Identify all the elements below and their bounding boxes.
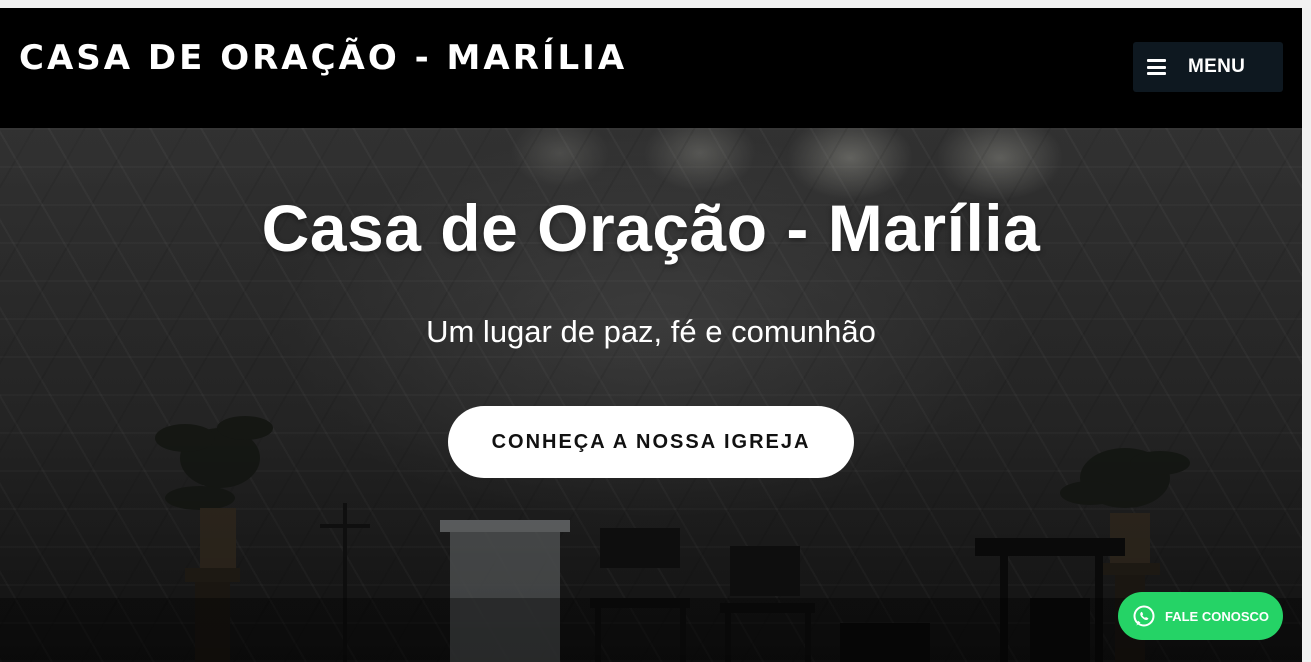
know-our-church-button[interactable]: CONHEÇA A NOSSA IGREJA <box>448 406 854 478</box>
site-header: CASA DE ORAÇÃO - MARÍLIA MENU <box>0 8 1302 128</box>
hero-subtitle: Um lugar de paz, fé e comunhão <box>426 314 876 349</box>
site-brand[interactable]: CASA DE ORAÇÃO - MARÍLIA <box>19 38 627 78</box>
whatsapp-label: FALE CONOSCO <box>1165 608 1270 624</box>
whatsapp-contact-button[interactable]: FALE CONOSCO <box>1118 592 1283 640</box>
scrollbar[interactable] <box>1302 8 1311 662</box>
hero-title: Casa de Oração - Marília <box>261 191 1041 265</box>
menu-label: MENU <box>1188 56 1246 77</box>
whatsapp-icon <box>1133 605 1155 627</box>
hamburger-icon <box>1147 59 1166 75</box>
browser-top-edge <box>0 0 1311 8</box>
menu-button[interactable]: MENU <box>1133 42 1283 92</box>
hero-section: Casa de Oração - Marília Um lugar de paz… <box>0 128 1302 662</box>
